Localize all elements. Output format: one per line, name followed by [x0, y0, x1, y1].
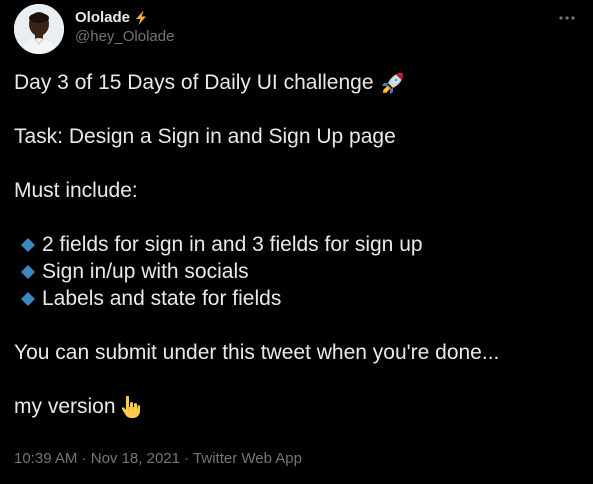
author-display-name: Ololade [75, 9, 131, 26]
avatar[interactable] [14, 4, 64, 54]
tweet-date[interactable]: Nov 18, 2021 [91, 450, 180, 467]
lightning-icon [136, 10, 147, 25]
list-item: Sign in/up with socials [14, 258, 579, 285]
rocket-icon [381, 72, 403, 94]
point-down-icon [121, 395, 140, 418]
user-avatar [14, 4, 64, 54]
more-icon [559, 16, 575, 20]
tweet-source[interactable]: Twitter Web App [193, 450, 302, 467]
tweet-line: Task: Design a Sign in and Sign Up page [14, 125, 396, 148]
tweet-line: You can submit under this tweet when you… [14, 341, 500, 364]
list-item: Labels and state for fields [14, 285, 579, 312]
author-handle[interactable]: @hey_Ololade [75, 27, 174, 46]
blue-diamond-icon [21, 264, 35, 279]
author-name-link[interactable]: Ololade [75, 8, 174, 27]
more-options-button[interactable] [555, 8, 579, 28]
tweet-meta: 10:39 AM · Nov 18, 2021 · Twitter Web Ap… [14, 449, 302, 468]
tweet-header: Ololade @hey_Ololade [75, 8, 174, 46]
tweet-text: Day 3 of 15 Days of Daily UI challenge T… [14, 69, 579, 420]
list-item: 2 fields for sign in and 3 fields for si… [14, 231, 579, 258]
tweet-line: my version [14, 393, 579, 420]
meta-separator: · [81, 450, 91, 467]
meta-separator: · [184, 450, 194, 467]
blue-diamond-icon [21, 291, 35, 306]
tweet-line: Day 3 of 15 Days of Daily UI challenge [14, 69, 579, 96]
tweet-time[interactable]: 10:39 AM [14, 450, 77, 467]
blue-diamond-icon [21, 237, 35, 252]
tweet-line: Must include: [14, 179, 138, 202]
